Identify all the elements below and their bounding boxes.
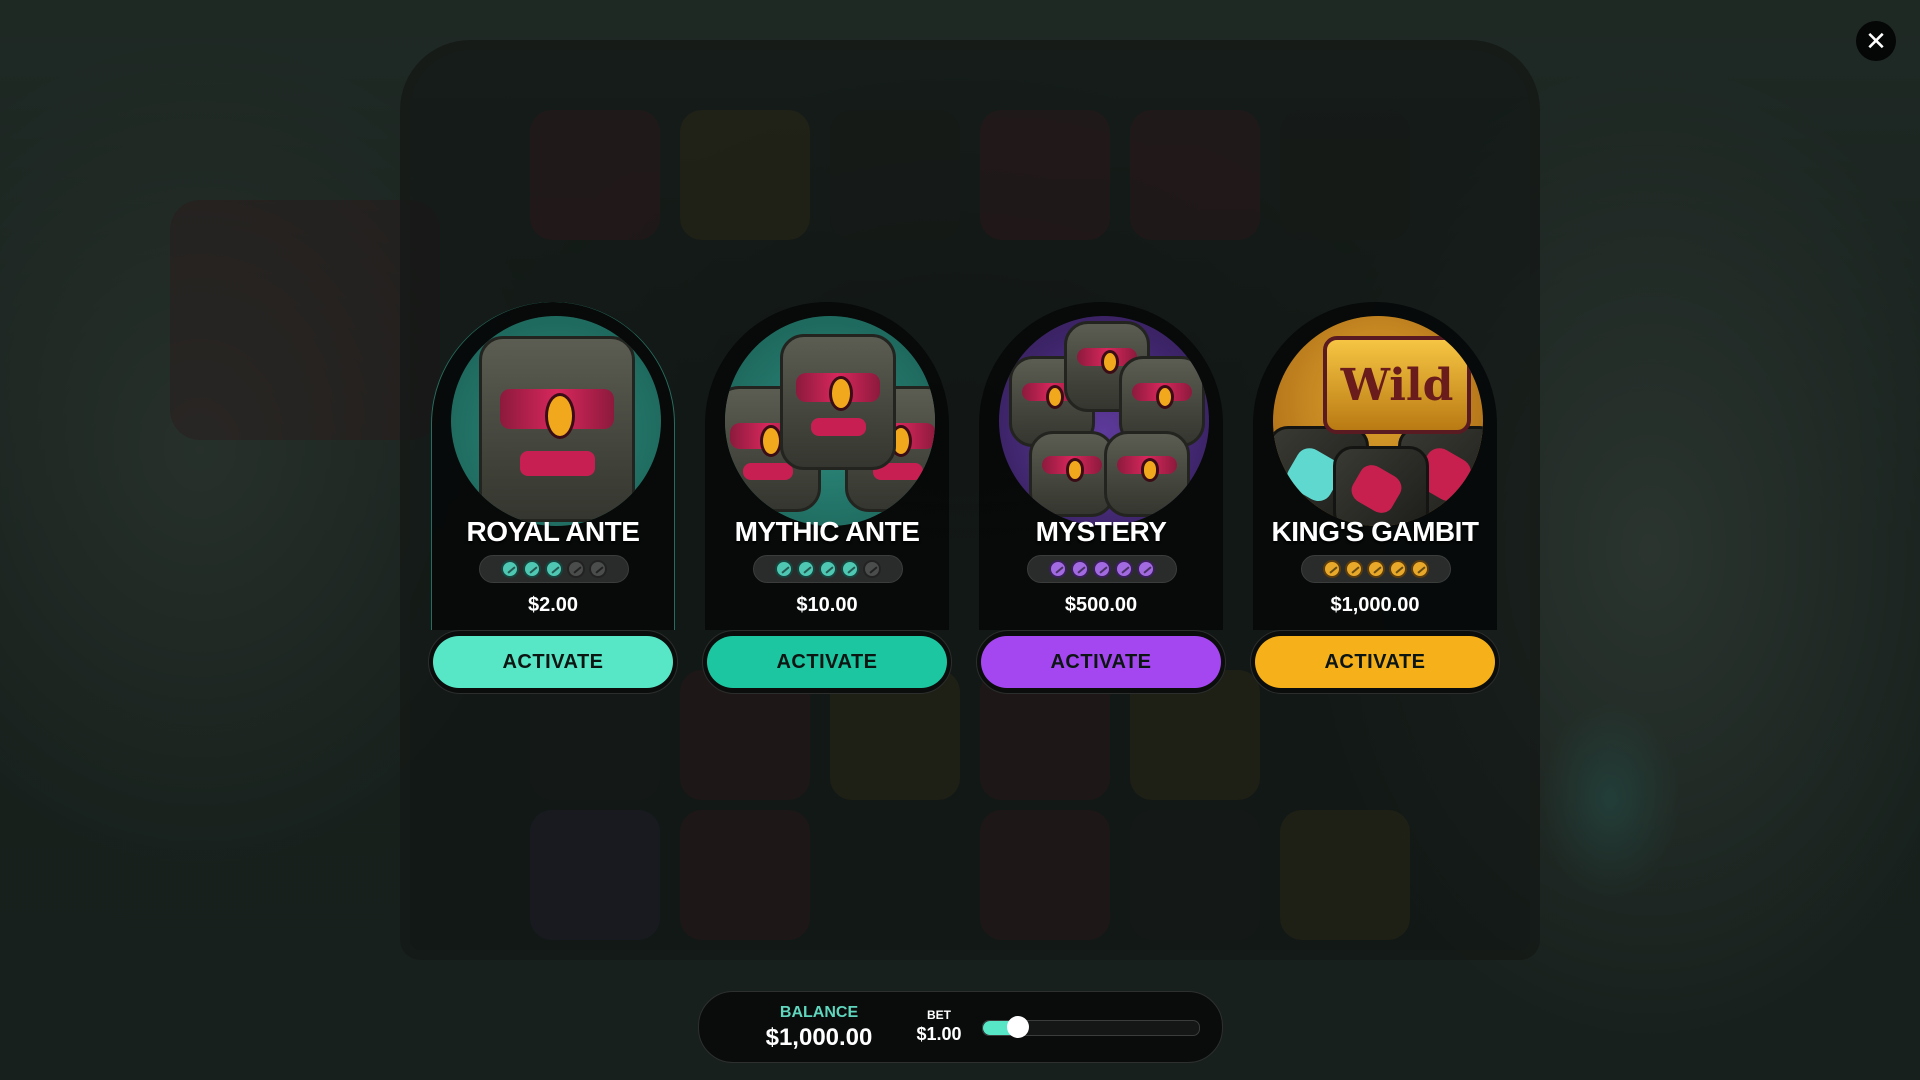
feature-card-mythic-ante: MYTHIC ANTE $10.00 ACTIVATE <box>702 302 952 694</box>
bet-value: $1.00 <box>916 1024 962 1044</box>
level-pip-filled-icon <box>819 560 837 578</box>
level-pip-filled-icon <box>797 560 815 578</box>
level-pip-filled-icon <box>775 560 793 578</box>
mystery-artwork <box>999 316 1209 526</box>
card-price: $500.00 <box>1064 594 1138 616</box>
level-pips <box>1301 555 1451 583</box>
level-pip-empty-icon <box>567 560 585 578</box>
feature-buy-cards: ROYAL ANTE $2.00 ACTIVATE MYTHIC ANTE $1… <box>428 302 1500 694</box>
activate-mythic-ante-button[interactable]: ACTIVATE <box>702 630 952 694</box>
card-price: $10.00 <box>796 594 858 616</box>
level-pip-filled-icon <box>1093 560 1111 578</box>
activate-kings-gambit-button[interactable]: ACTIVATE <box>1250 630 1500 694</box>
activate-mystery-button[interactable]: ACTIVATE <box>976 630 1226 694</box>
level-pip-filled-icon <box>1411 560 1429 578</box>
beast-head-icon <box>780 334 896 470</box>
activate-royal-ante-button[interactable]: ACTIVATE <box>428 630 678 694</box>
level-pip-filled-icon <box>545 560 563 578</box>
level-pip-filled-icon <box>1389 560 1407 578</box>
level-pip-filled-icon <box>501 560 519 578</box>
level-pip-filled-icon <box>1323 560 1341 578</box>
bet-slider-knob[interactable] <box>1006 1016 1029 1038</box>
level-pip-filled-icon <box>1345 560 1363 578</box>
royal-ante-artwork <box>451 316 661 526</box>
bet-slider[interactable] <box>982 1016 1200 1038</box>
card-title: MYSTERY <box>1035 516 1167 547</box>
level-pip-filled-icon <box>523 560 541 578</box>
level-pip-filled-icon <box>1367 560 1385 578</box>
balance-label: BALANCE <box>779 1004 859 1021</box>
kings-gambit-artwork: Wild <box>1273 316 1483 526</box>
wild-symbol-icon: Wild <box>1323 336 1471 434</box>
level-pip-filled-icon <box>1071 560 1089 578</box>
beast-head-icon <box>479 336 635 522</box>
card-title: KING'S GAMBIT <box>1271 516 1479 547</box>
level-pip-empty-icon <box>589 560 607 578</box>
level-pips <box>1027 555 1177 583</box>
mythic-ante-artwork <box>725 316 935 526</box>
button-label: ACTIVATE <box>707 636 947 688</box>
close-icon: ✕ <box>1865 26 1887 56</box>
feature-card-royal-ante: ROYAL ANTE $2.00 ACTIVATE <box>428 302 678 694</box>
card-title: MYTHIC ANTE <box>734 516 920 547</box>
level-pip-empty-icon <box>863 560 881 578</box>
balance-value: $1,000.00 <box>765 1024 873 1051</box>
card-price: $2.00 <box>527 594 579 616</box>
level-pips <box>479 555 629 583</box>
card-title: ROYAL ANTE <box>466 516 640 547</box>
feature-card-kings-gambit: Wild KING'S GAMBIT $1,000.00 ACTIVATE <box>1250 302 1500 694</box>
level-pips <box>753 555 903 583</box>
level-pip-filled-icon <box>1137 560 1155 578</box>
claw-symbol-icon <box>1333 446 1429 526</box>
button-label: ACTIVATE <box>433 636 673 688</box>
bet-label: BET <box>927 1008 951 1022</box>
button-label: ACTIVATE <box>1255 636 1495 688</box>
level-pip-filled-icon <box>1115 560 1133 578</box>
level-pip-filled-icon <box>1049 560 1067 578</box>
bottom-bar: BALANCE $1,000.00 BET $1.00 <box>698 991 1223 1063</box>
level-pip-filled-icon <box>841 560 859 578</box>
feature-card-mystery: MYSTERY $500.00 ACTIVATE <box>976 302 1226 694</box>
button-label: ACTIVATE <box>981 636 1221 688</box>
beast-head-icon <box>1029 431 1115 517</box>
beast-head-icon <box>1104 431 1190 517</box>
close-button[interactable]: ✕ <box>1856 21 1896 61</box>
card-price: $1,000.00 <box>1330 594 1420 616</box>
